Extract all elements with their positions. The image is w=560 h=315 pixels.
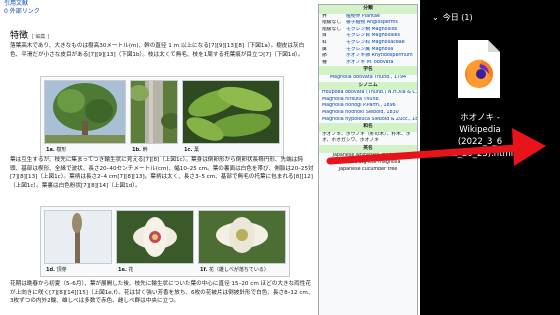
taxonomy-value[interactable]: モクレン科 Magnoliaceae — [346, 40, 405, 45]
synonym-item[interactable]: Houpoea obovata (Thunb.) N.H.Xia & C.Y.W… — [319, 90, 417, 97]
wikipedia-page: 引用文献 0 外部リンク 特徴[ 編集 ] 落葉高木であり、大きなものは樹高30… — [0, 0, 420, 315]
chevron-down-icon: ⌄ — [432, 13, 439, 22]
taxonomy-value[interactable]: 被子植物 Angiosperms — [346, 20, 398, 25]
figure-caption: 1f. 花（雄しべが落ちている） — [200, 267, 269, 273]
top-links: 引用文献 0 外部リンク — [4, 0, 40, 16]
synonym-item[interactable]: Magnolia hirsuta Thunb. — [319, 97, 417, 104]
taxonomy-rank: 種 — [322, 59, 327, 65]
synonym-list: Houpoea obovata (Thunb.) N.H.Xia & C.Y.W… — [319, 90, 417, 123]
figure-1e[interactable]: 1e. 花 — [116, 210, 194, 273]
toc-item-external-links[interactable]: 0 外部リンク — [4, 8, 40, 16]
english-name-item: Japanese cucumber tree — [338, 166, 398, 172]
taxonomy-rank: 階級なし — [322, 26, 342, 32]
section-heading: 特徴[ 編集 ] — [10, 28, 49, 41]
group-label: 今日 (1) — [442, 13, 473, 22]
section-title: 特徴 — [10, 31, 29, 41]
taxonomy-row: 階級なし モクレン類 Magnoliids — [319, 27, 417, 34]
japanese-names: ホオノキ、ホウノキ（朴の木）、朴木、ホオ、ホオガシワ、ホオノキ — [322, 131, 411, 144]
figure-caption: 1a. 樹形 — [46, 147, 67, 153]
taxonomy-value[interactable]: ホオノキ M. obovata — [346, 60, 393, 65]
taxonomy-row: 科 モクレン科 Magnoliaceae — [319, 40, 417, 47]
firefox-file-icon[interactable] — [454, 38, 504, 100]
flower-photo-2 — [198, 210, 286, 264]
figure-caption: 1d. 頂芽 — [46, 267, 67, 273]
taxonomy-rank: 界 — [322, 13, 327, 19]
figure-caption: 1c. 葉 — [184, 147, 199, 153]
figure-row-1: 1a. 樹形 1b. 幹 1c. 葉 — [40, 76, 284, 157]
figure-1b[interactable]: 1b. 幹 — [130, 80, 178, 153]
synonym-item[interactable]: Magnolia honogi P.Parm., 1896 — [319, 103, 417, 110]
infobox-header-scientific-name: 学名 — [319, 66, 417, 75]
taxonomy-value[interactable]: ホオノキ節 Rhytidospermum — [346, 53, 413, 58]
figure-1c[interactable]: 1c. 葉 — [182, 80, 280, 153]
taxonomy-rows: 界植物界 Plantae 階級なし 被子植物 Angiosperms 階級なし モクレン… — [319, 14, 417, 67]
figure-caption: 1e. 花 — [118, 267, 134, 273]
synonym-item[interactable]: Magnolia hoonoki Siebold, 1830 — [319, 110, 417, 117]
infobox-header-synonyms: シノニム — [319, 81, 417, 91]
taxonomy-row: 目 モクレン目 Magnoliales — [319, 33, 417, 40]
paragraph-1: 落葉高木であり、大きなものは樹高30メートル(m)、幹の直径 1 m 以上になる… — [10, 43, 305, 58]
taxonomy-value[interactable]: モクレン属 Magnolia — [346, 47, 393, 52]
paragraph-3: 花期は晩春から初夏（5–6月）、葉が展開した後、枝先に輪生状についた葉の中心に直… — [10, 281, 314, 304]
infobox-header-english-name: 英名 — [319, 144, 417, 154]
scientific-name[interactable]: Magnolia obovata Thunb., 1794 — [319, 75, 417, 82]
file-name[interactable]: ホオノキ - Wikipedia (2022_3_6 22_20_23).htm… — [440, 112, 520, 160]
taxonomy-row: 節 ホオノキ節 Rhytidospermum — [319, 53, 417, 60]
taxonomy-rank: 目 — [322, 33, 327, 39]
synonym-item[interactable]: Magnolia hypoleuca Siebold & Zucc., 1845 — [319, 117, 417, 124]
taxonomy-value[interactable]: モクレン類 Magnoliids — [346, 27, 397, 32]
figure-1a[interactable]: 1a. 樹形 — [44, 80, 126, 153]
taxonomy-rank: 節 — [322, 53, 327, 59]
taxonomy-rank: 階級なし — [322, 20, 342, 26]
english-name-item: Japanese big leaf magnolia — [335, 160, 401, 166]
taxonomy-value[interactable]: 植物界 Plantae — [346, 14, 380, 19]
taxonomy-rank: 属 — [322, 46, 327, 52]
taxonomy-row: 階級なし 被子植物 Angiosperms — [319, 20, 417, 27]
infobox: 分類 界植物界 Plantae 階級なし 被子植物 Angiosperms 階級なしモ… — [318, 4, 418, 315]
infobox-header-japanese-name: 和名 — [319, 123, 417, 132]
taxonomy-rank: 科 — [322, 39, 327, 45]
leaf-photo — [182, 80, 280, 144]
figure-caption: 1b. 幹 — [132, 147, 148, 153]
taxonomy-row: 種 ホオノキ M. obovata — [319, 60, 417, 67]
tree-photo — [44, 80, 126, 144]
figure-row-2: 1d. 頂芽 1e. 花 1f. 花（雄しべが落ちている） — [40, 206, 290, 277]
taxonomy-row: 界 植物界 Plantae — [319, 14, 417, 21]
paragraph-2: 葉は互生するが、枝先に集まってつき輪生状に見える[7][8]（上図1c）。葉身は… — [10, 157, 314, 189]
edit-link[interactable]: [ 編集 ] — [32, 34, 49, 40]
group-header-today[interactable]: ⌄ 今日 (1) — [432, 12, 473, 23]
english-names: Japanese whitebark magnolia Japanese big … — [319, 153, 417, 173]
toc-item-references[interactable]: 引用文献 — [4, 0, 40, 8]
taxonomy-row: 属 モクレン属 Magnolia — [319, 47, 417, 54]
figure-1f[interactable]: 1f. 花（雄しべが落ちている） — [198, 210, 286, 273]
infobox-header-classification: 分類 — [319, 5, 417, 14]
figure-1d[interactable]: 1d. 頂芽 — [44, 210, 112, 273]
flower-photo — [116, 210, 194, 264]
english-name-item: Japanese whitebark magnolia — [332, 153, 404, 159]
trunk-photo — [130, 80, 178, 144]
bud-photo — [44, 210, 112, 264]
taxonomy-value[interactable]: モクレン目 Magnoliales — [346, 33, 400, 38]
